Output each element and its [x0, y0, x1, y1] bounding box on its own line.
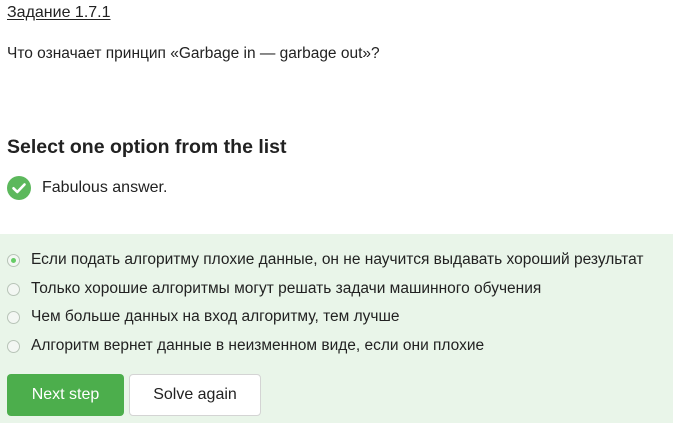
feedback-message: Fabulous answer.	[7, 176, 167, 200]
answer-option-label: Только хорошие алгоритмы могут решать за…	[31, 280, 542, 297]
answer-option[interactable]: Чем больше данных на вход алгоритму, тем…	[7, 308, 400, 326]
radio-button-selected[interactable]	[7, 253, 20, 267]
answer-option-label: Если подать алгоритму плохие данные, он …	[31, 251, 644, 268]
solve-again-button[interactable]: Solve again	[129, 374, 261, 416]
answer-option-label: Чем больше данных на вход алгоритму, тем…	[31, 308, 400, 325]
answer-option-label: Алгоритм вернет данные в неизменном виде…	[31, 337, 485, 354]
step-title-link[interactable]: Задание 1.7.1	[7, 4, 111, 22]
radio-button[interactable]	[7, 282, 20, 296]
answer-option[interactable]: Если подать алгоритму плохие данные, он …	[7, 251, 643, 269]
next-step-button[interactable]: Next step	[7, 374, 124, 416]
answer-option[interactable]: Только хорошие алгоритмы могут решать за…	[7, 280, 541, 298]
feedback-text: Fabulous answer.	[42, 179, 168, 196]
check-icon-circle	[7, 176, 31, 200]
question-text: Что означает принцип «Garbage in — garba…	[7, 45, 380, 62]
quiz-instruction-title: Select one option from the list	[7, 136, 287, 158]
radio-button[interactable]	[7, 339, 20, 353]
radio-button[interactable]	[7, 310, 20, 324]
checkmark-circle-icon	[7, 176, 31, 200]
answer-option[interactable]: Алгоритм вернет данные в неизменном виде…	[7, 337, 484, 355]
